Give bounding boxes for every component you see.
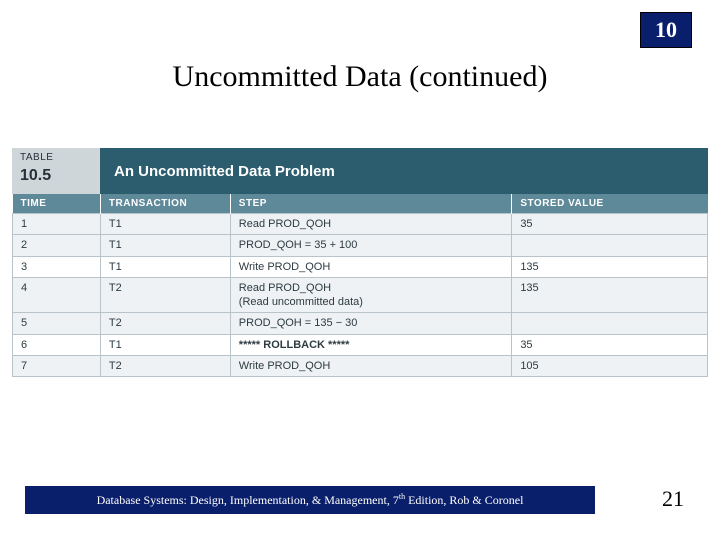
slide-title: Uncommitted Data (continued) bbox=[0, 60, 720, 94]
table-body: 1T1Read PROD_QOH352T1PROD_QOH = 35 + 100… bbox=[13, 214, 708, 377]
table-row: 2T1PROD_QOH = 35 + 100 bbox=[13, 235, 708, 256]
table-label: TABLE bbox=[20, 152, 92, 164]
data-table: TIME TRANSACTION STEP STORED VALUE 1T1Re… bbox=[12, 194, 708, 377]
table-cell: PROD_QOH = 135 − 30 bbox=[230, 313, 512, 334]
table-number-box: TABLE 10.5 bbox=[12, 148, 100, 194]
table-row: 4T2Read PROD_QOH(Read uncommitted data)1… bbox=[13, 277, 708, 313]
page-number: 21 bbox=[662, 486, 684, 512]
col-header-transaction: TRANSACTION bbox=[100, 194, 230, 214]
chapter-badge: 10 bbox=[640, 12, 692, 48]
footer-post: Edition, Rob & Coronel bbox=[405, 493, 523, 507]
table-cell: ***** ROLLBACK ***** bbox=[230, 334, 512, 355]
table-cell: 6 bbox=[13, 334, 101, 355]
table-cell bbox=[512, 235, 708, 256]
col-header-time: TIME bbox=[13, 194, 101, 214]
chapter-number: 10 bbox=[655, 17, 677, 42]
table-cell: 7 bbox=[13, 356, 101, 377]
table-cell: Read PROD_QOH(Read uncommitted data) bbox=[230, 277, 512, 313]
table-cell: 2 bbox=[13, 235, 101, 256]
col-header-step: STEP bbox=[230, 194, 512, 214]
footer-bar: Database Systems: Design, Implementation… bbox=[25, 486, 595, 514]
table-cell: 105 bbox=[512, 356, 708, 377]
table-row: 1T1Read PROD_QOH35 bbox=[13, 214, 708, 235]
table-header-row: TIME TRANSACTION STEP STORED VALUE bbox=[13, 194, 708, 214]
table-cell: Read PROD_QOH bbox=[230, 214, 512, 235]
table-number: 10.5 bbox=[20, 166, 92, 185]
table-row: 6T1***** ROLLBACK *****35 bbox=[13, 334, 708, 355]
table-cell: 3 bbox=[13, 256, 101, 277]
table-cell: Write PROD_QOH bbox=[230, 356, 512, 377]
table-cell: 4 bbox=[13, 277, 101, 313]
table-row: 5T2PROD_QOH = 135 − 30 bbox=[13, 313, 708, 334]
footer-text: Database Systems: Design, Implementation… bbox=[97, 492, 524, 508]
footer-pre: Database Systems: Design, Implementation… bbox=[97, 493, 399, 507]
table-cell: 5 bbox=[13, 313, 101, 334]
table-cell: T1 bbox=[100, 256, 230, 277]
table-cell: 1 bbox=[13, 214, 101, 235]
table-cell: T2 bbox=[100, 277, 230, 313]
table-container: TABLE 10.5 An Uncommitted Data Problem T… bbox=[12, 148, 708, 377]
table-cell: PROD_QOH = 35 + 100 bbox=[230, 235, 512, 256]
table-cell: T1 bbox=[100, 214, 230, 235]
table-cell: 135 bbox=[512, 277, 708, 313]
table-header-bar: TABLE 10.5 An Uncommitted Data Problem bbox=[12, 148, 708, 194]
col-header-stored-value: STORED VALUE bbox=[512, 194, 708, 214]
table-caption: An Uncommitted Data Problem bbox=[100, 148, 708, 194]
table-cell: T1 bbox=[100, 235, 230, 256]
table-cell: 35 bbox=[512, 334, 708, 355]
table-cell: T2 bbox=[100, 313, 230, 334]
table-row: 7T2Write PROD_QOH105 bbox=[13, 356, 708, 377]
table-cell bbox=[512, 313, 708, 334]
table-cell: Write PROD_QOH bbox=[230, 256, 512, 277]
table-cell: 35 bbox=[512, 214, 708, 235]
table-cell: 135 bbox=[512, 256, 708, 277]
table-row: 3T1Write PROD_QOH135 bbox=[13, 256, 708, 277]
table-cell: T1 bbox=[100, 334, 230, 355]
table-cell: T2 bbox=[100, 356, 230, 377]
